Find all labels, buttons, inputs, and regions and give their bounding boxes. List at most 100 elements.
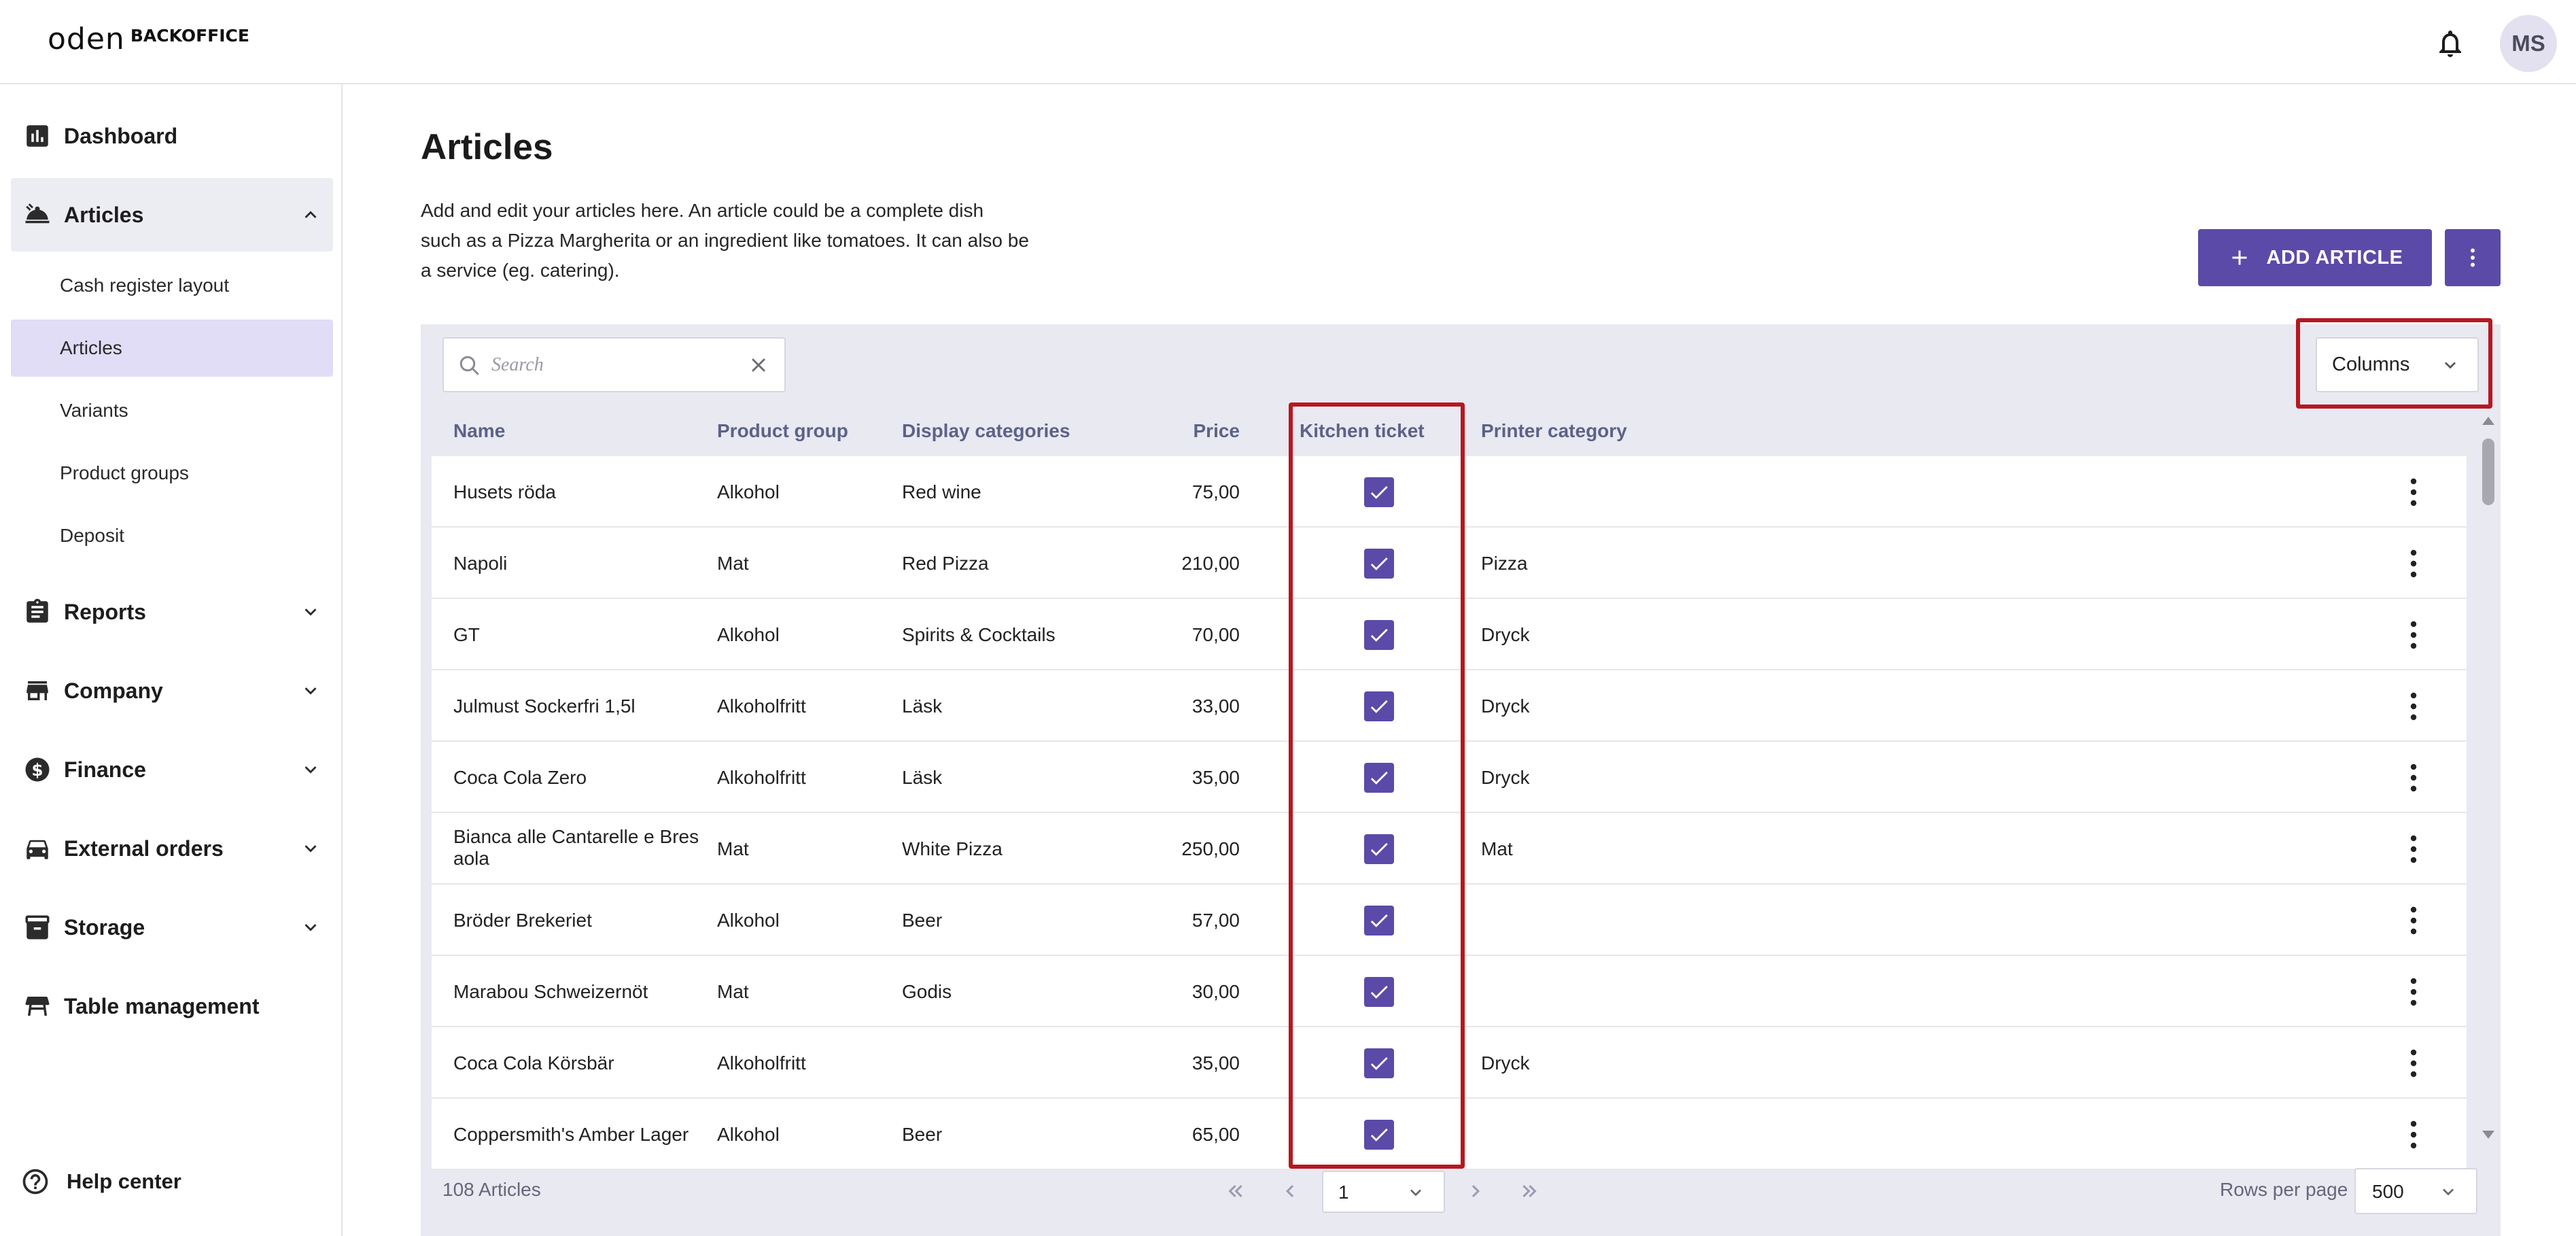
row-actions-menu-icon[interactable] xyxy=(2409,763,2418,793)
help-center-link[interactable]: Help center xyxy=(20,1167,181,1197)
row-actions-menu-icon[interactable] xyxy=(2409,477,2418,507)
cell-display-category: Läsk xyxy=(902,695,943,717)
sidebar-item-external-orders[interactable]: External orders xyxy=(11,812,333,885)
column-header-printer-category[interactable]: Printer category xyxy=(1481,420,1627,442)
help-circle-icon xyxy=(22,1169,48,1195)
cell-name: Coca Cola Zero xyxy=(453,766,587,788)
cell-printer-category: Dryck xyxy=(1481,623,1530,645)
row-actions-menu-icon[interactable] xyxy=(2409,549,2418,579)
cell-display-category: Spirits & Cocktails xyxy=(902,623,1056,645)
sidebar-item-storage[interactable]: Storage xyxy=(11,891,333,964)
cell-name: Coca Cola Körsbär xyxy=(453,1052,614,1074)
page-title: Articles xyxy=(421,127,553,167)
chevron-down-icon xyxy=(304,924,317,931)
notifications-bell-icon[interactable] xyxy=(2433,27,2467,60)
cell-name: Marabou Schweizernöt xyxy=(453,980,648,1002)
sidebar-subitem-cash-register-layout[interactable]: Cash register layout xyxy=(11,257,333,314)
sidebar-subitem-label: Deposit xyxy=(60,525,124,546)
logo-text: BACKOFFICE xyxy=(130,26,249,46)
sidebar-item-table-management[interactable]: Table management xyxy=(11,969,333,1043)
search-icon xyxy=(459,356,479,375)
search-input[interactable] xyxy=(491,349,736,381)
rows-per-page-select[interactable]: 500 xyxy=(2354,1168,2477,1214)
more-vertical-icon xyxy=(2471,248,2475,267)
column-header-display-categories[interactable]: Display categories xyxy=(902,420,1070,442)
cell-product-group: Mat xyxy=(717,980,749,1002)
sidebar-item-label: Table management xyxy=(64,993,260,1018)
add-article-button[interactable]: ADD ARTICLE xyxy=(2198,229,2432,286)
sidebar-subitem-articles[interactable]: Articles xyxy=(11,320,333,377)
cell-display-category: Läsk xyxy=(902,766,943,788)
chevron-down-icon xyxy=(2443,1188,2454,1196)
page-select-value: 1 xyxy=(1338,1182,1349,1203)
cell-product-group: Alkohol xyxy=(717,481,780,502)
columns-highlight-frame xyxy=(2296,318,2492,409)
sidebar-subitem-product-groups[interactable]: Product groups xyxy=(11,445,333,502)
cell-display-category: White Pizza xyxy=(902,838,1003,859)
cell-price: 250,00 xyxy=(1181,838,1240,859)
chevron-down-icon xyxy=(304,608,317,616)
sidebar-subitem-variants[interactable]: Variants xyxy=(11,382,333,439)
add-article-label: ADD ARTICLE xyxy=(2266,246,2403,269)
logo-mark: oden xyxy=(48,22,125,56)
row-actions-menu-icon[interactable] xyxy=(2409,1048,2418,1078)
help-center-label: Help center xyxy=(67,1169,181,1193)
next-page-icon[interactable] xyxy=(1463,1179,1488,1203)
cell-printer-category: Dryck xyxy=(1481,695,1530,717)
column-header-name[interactable]: Name xyxy=(453,420,505,442)
row-actions-menu-icon[interactable] xyxy=(2409,977,2418,1007)
sidebar-item-finance[interactable]: $ Finance xyxy=(11,733,333,806)
row-actions-menu-icon[interactable] xyxy=(2409,834,2418,864)
row-actions-menu-icon[interactable] xyxy=(2409,620,2418,650)
cell-printer-category: Dryck xyxy=(1481,1052,1530,1074)
description-line: Add and edit your articles here. An arti… xyxy=(421,200,984,221)
column-header-product-group[interactable]: Product group xyxy=(717,420,848,442)
row-actions-menu-icon[interactable] xyxy=(2409,691,2418,721)
last-page-icon[interactable] xyxy=(1517,1179,1542,1203)
sidebar-subitem-label: Product groups xyxy=(60,462,189,483)
previous-page-icon[interactable] xyxy=(1278,1179,1302,1203)
food-service-icon xyxy=(25,203,50,224)
cell-product-group: Mat xyxy=(717,552,749,574)
chevron-down-icon xyxy=(304,845,317,853)
svg-text:$: $ xyxy=(31,760,43,780)
cell-printer-category: Mat xyxy=(1481,838,1513,859)
cell-name: Julmust Sockerfri 1,5l xyxy=(453,695,636,717)
cell-price: 70,00 xyxy=(1191,623,1240,645)
column-header-price[interactable]: Price xyxy=(1104,420,1240,442)
cell-name: Bröder Brekeriet xyxy=(453,909,592,931)
clear-icon[interactable] xyxy=(747,354,770,377)
cell-price: 210,00 xyxy=(1181,552,1240,574)
sidebar-item-reports[interactable]: Reports xyxy=(11,575,333,649)
first-page-icon[interactable] xyxy=(1223,1179,1248,1203)
scroll-up-arrow-icon[interactable] xyxy=(2481,415,2496,427)
row-actions-menu-icon[interactable] xyxy=(2409,1120,2418,1150)
scroll-down-arrow-icon[interactable] xyxy=(2481,1129,2496,1141)
cell-name: Husets röda xyxy=(453,481,556,502)
cell-price: 57,00 xyxy=(1191,909,1240,931)
cell-display-category: Godis xyxy=(902,980,952,1002)
avatar[interactable]: MS xyxy=(2500,15,2557,72)
search-field[interactable] xyxy=(442,337,786,392)
chevron-up-icon xyxy=(304,211,317,218)
sidebar-item-company[interactable]: Company xyxy=(11,654,333,727)
row-actions-menu-icon[interactable] xyxy=(2409,906,2418,935)
cell-price: 65,00 xyxy=(1191,1123,1240,1145)
logo[interactable]: oden BACKOFFICE xyxy=(48,23,249,56)
sidebar-item-articles[interactable]: Articles xyxy=(11,178,333,252)
sidebar-item-dashboard[interactable]: Dashboard xyxy=(11,99,333,173)
store-icon xyxy=(27,681,48,700)
page-select[interactable]: 1 xyxy=(1322,1171,1445,1213)
clipboard-icon xyxy=(27,598,48,623)
cell-name: Coppersmith's Amber Lager xyxy=(453,1123,689,1145)
sidebar-subitem-deposit[interactable]: Deposit xyxy=(11,507,333,564)
bar-chart-icon xyxy=(27,125,48,147)
scrollbar-thumb[interactable] xyxy=(2482,439,2494,505)
description-line: such as a Pizza Margherita or an ingredi… xyxy=(421,230,1029,251)
more-options-button[interactable] xyxy=(2445,229,2501,286)
plus-icon xyxy=(2232,250,2247,265)
cell-product-group: Alkohol xyxy=(717,1123,780,1145)
sidebar-subitem-label: Cash register layout xyxy=(60,275,230,296)
sidebar: Dashboard Articles Cash register layout … xyxy=(0,84,343,1236)
cell-printer-category: Pizza xyxy=(1481,552,1528,574)
